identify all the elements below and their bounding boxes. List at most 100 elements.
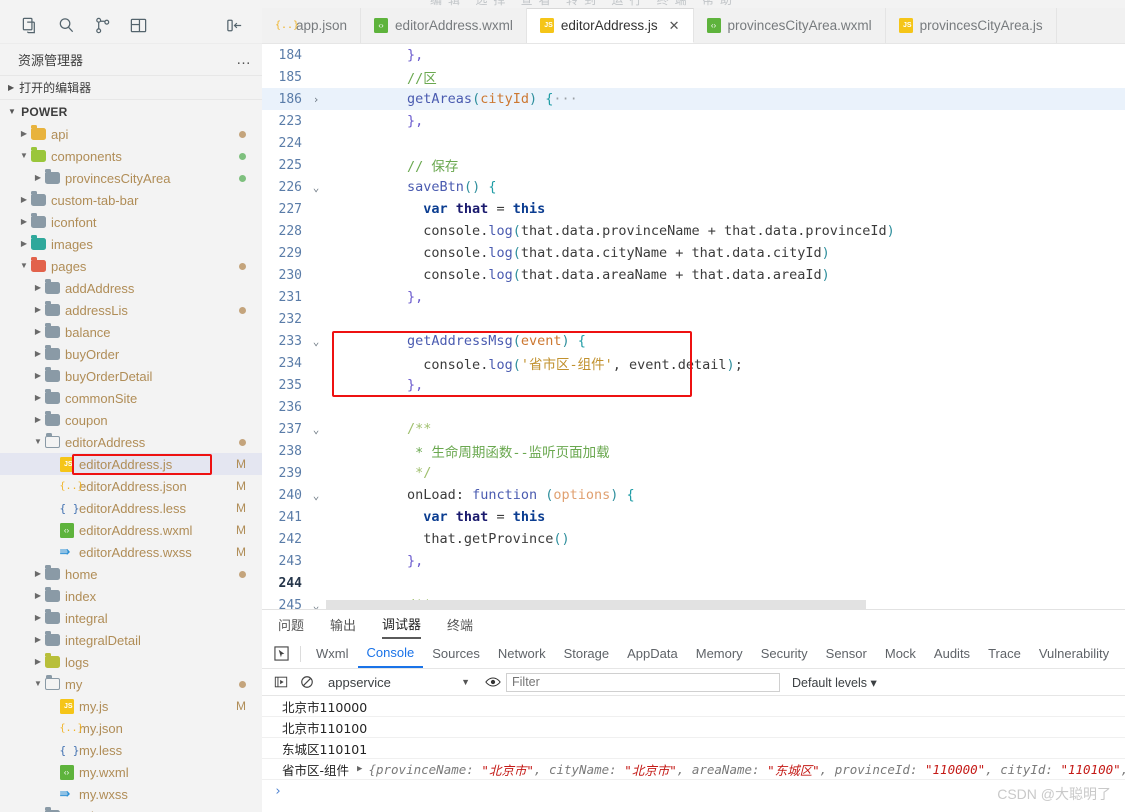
execute-icon[interactable]	[268, 671, 294, 693]
explorer-icon[interactable]	[12, 11, 48, 41]
tree-folder-addressLis[interactable]: ▶ addressLis	[0, 299, 262, 321]
clear-console-icon[interactable]	[294, 671, 320, 693]
open-editors-section[interactable]: ▶ 打开的编辑器	[0, 75, 262, 99]
tree-folder-my[interactable]: ▼ my	[0, 673, 262, 695]
console-prompt[interactable]: ›	[262, 780, 1125, 802]
tree-folder-api[interactable]: ▶ api	[0, 123, 262, 145]
code-line[interactable]: 184 },	[262, 44, 1125, 66]
code-line[interactable]: 240 ⌄ onLoad: function (options) {	[262, 484, 1125, 506]
tree-file-editorAddress-wxss[interactable]: ⇛ editorAddress.wxss M	[0, 541, 262, 563]
source-control-icon[interactable]	[84, 11, 120, 41]
fold-toggle-icon[interactable]: ⌄	[308, 599, 324, 610]
devtools-tab-sources[interactable]: Sources	[423, 639, 489, 668]
tree-file-editorAddress-json[interactable]: {..} editorAddress.json M	[0, 475, 262, 497]
tree-folder-home[interactable]: ▶ home	[0, 563, 262, 585]
tree-file-editorAddress-js[interactable]: JS editorAddress.js M	[0, 453, 262, 475]
code-line[interactable]: 235 },	[262, 374, 1125, 396]
tree-folder-addAddress[interactable]: ▶ addAddress	[0, 277, 262, 299]
devtools-tab-trace[interactable]: Trace	[979, 639, 1030, 668]
tree-folder-images[interactable]: ▶ images	[0, 233, 262, 255]
devtools-tab-wxml[interactable]: Wxml	[307, 639, 358, 668]
fold-toggle-icon[interactable]: ⌄	[308, 489, 324, 502]
tree-file-editorAddress-less[interactable]: { } editorAddress.less M	[0, 497, 262, 519]
tree-file-my-wxss[interactable]: ⇛ my.wxss	[0, 783, 262, 805]
code-line[interactable]: 243 },	[262, 550, 1125, 572]
tree-folder-index[interactable]: ▶ index	[0, 585, 262, 607]
code-line[interactable]: 226 ⌄ saveBtn() {	[262, 176, 1125, 198]
editor-tab-editorAddress-js[interactable]: JS editorAddress.js ✕	[526, 8, 694, 43]
tree-folder-logs[interactable]: ▶ logs	[0, 651, 262, 673]
code-line[interactable]: 229 console.log(that.data.cityName + tha…	[262, 242, 1125, 264]
editor-tab-editorAddress-wxml[interactable]: ‹› editorAddress.wxml	[361, 8, 527, 43]
tree-file-my-js[interactable]: JS my.js M	[0, 695, 262, 717]
tree-folder-balance[interactable]: ▶ balance	[0, 321, 262, 343]
devtools-tab-security[interactable]: Security	[752, 639, 817, 668]
code-line[interactable]: 185 //区	[262, 66, 1125, 88]
code-line[interactable]: 227 var that = this	[262, 198, 1125, 220]
code-line[interactable]: 224	[262, 132, 1125, 154]
panel-tab-调试器[interactable]: 调试器	[382, 610, 422, 639]
tree-folder-integral[interactable]: ▶ integral	[0, 607, 262, 629]
tree-file-my-less[interactable]: { } my.less	[0, 739, 262, 761]
panel-tab-终端[interactable]: 终端	[447, 610, 473, 639]
fold-toggle-icon[interactable]: ⌄	[308, 181, 324, 194]
editor-horizontal-scrollbar[interactable]	[326, 600, 1125, 609]
devtools-tab-sensor[interactable]: Sensor	[817, 639, 876, 668]
code-line[interactable]: 239 */	[262, 462, 1125, 484]
panel-tab-问题[interactable]: 问题	[278, 610, 304, 639]
code-line[interactable]: 236	[262, 396, 1125, 418]
devtools-tab-console[interactable]: Console	[357, 639, 424, 668]
devtools-tab-appdata[interactable]: AppData	[618, 639, 687, 668]
panel-tab-输出[interactable]: 输出	[330, 610, 356, 639]
tree-folder-commonSite[interactable]: ▶ commonSite	[0, 387, 262, 409]
editor-tab-app-json[interactable]: {..} app.json	[262, 8, 362, 43]
devtools-tab-audits[interactable]: Audits	[925, 639, 979, 668]
code-editor[interactable]: 184 }, 185 //区 186 › getAreas(cityId) {··· 2…	[262, 44, 1125, 609]
code-line[interactable]: 230 console.log(that.data.areaName + tha…	[262, 264, 1125, 286]
layout-icon[interactable]	[120, 11, 156, 41]
tree-folder-custom-tab-bar[interactable]: ▶ custom-tab-bar	[0, 189, 262, 211]
eye-icon[interactable]	[480, 671, 506, 693]
editor-tab-provincesCityArea-wxml[interactable]: ‹› provincesCityArea.wxml	[693, 8, 886, 43]
code-line[interactable]: 231 },	[262, 286, 1125, 308]
code-line[interactable]: 225 // 保存	[262, 154, 1125, 176]
fold-toggle-icon[interactable]: ›	[308, 93, 324, 106]
tree-folder-coupon[interactable]: ▶ coupon	[0, 409, 262, 431]
code-line[interactable]: 244	[262, 572, 1125, 594]
code-line[interactable]: 186 › getAreas(cityId) {···	[262, 88, 1125, 110]
tree-folder-components[interactable]: ▼ components	[0, 145, 262, 167]
tree-folder-buyOrderDetail[interactable]: ▶ buyOrderDetail	[0, 365, 262, 387]
tree-folder-editorAddress[interactable]: ▼ editorAddress	[0, 431, 262, 453]
collapse-sidebar-icon[interactable]	[216, 11, 252, 41]
expand-arrow-icon[interactable]: ▶	[357, 764, 362, 774]
tree-folder-iconfont[interactable]: ▶ iconfont	[0, 211, 262, 233]
code-line[interactable]: 228 console.log(that.data.provinceName +…	[262, 220, 1125, 242]
code-line[interactable]: 238 * 生命周期函数--监听页面加载	[262, 440, 1125, 462]
console-filter-input[interactable]	[506, 672, 780, 692]
tree-folder-provincesCityArea[interactable]: ▶ provincesCityArea	[0, 167, 262, 189]
devtools-tab-mock[interactable]: Mock	[876, 639, 925, 668]
tree-folder-nearby[interactable]: ▶ nearby	[0, 805, 262, 812]
project-root-section[interactable]: ▼ POWER	[0, 99, 262, 123]
code-line[interactable]: 233 ⌄ getAddressMsg(event) {	[262, 330, 1125, 352]
fold-toggle-icon[interactable]: ⌄	[308, 423, 324, 436]
devtools-tab-vulnerability[interactable]: Vulnerability	[1030, 639, 1118, 668]
code-line[interactable]: 232	[262, 308, 1125, 330]
code-line[interactable]: 241 var that = this	[262, 506, 1125, 528]
code-line[interactable]: 242 that.getProvince()	[262, 528, 1125, 550]
tree-folder-integralDetail[interactable]: ▶ integralDetail	[0, 629, 262, 651]
editor-tab-provincesCityArea-js[interactable]: JS provincesCityArea.js	[885, 8, 1057, 43]
tree-folder-pages[interactable]: ▼ pages	[0, 255, 262, 277]
explorer-more-icon[interactable]: …	[236, 51, 252, 68]
search-icon[interactable]	[48, 11, 84, 41]
tree-file-my-json[interactable]: {..} my.json	[0, 717, 262, 739]
tree-file-editorAddress-wxml[interactable]: ‹› editorAddress.wxml M	[0, 519, 262, 541]
inspect-element-icon[interactable]	[268, 646, 294, 661]
close-icon[interactable]: ✕	[669, 18, 680, 34]
devtools-tab-storage[interactable]: Storage	[555, 639, 619, 668]
code-line[interactable]: 223 },	[262, 110, 1125, 132]
tree-file-my-wxml[interactable]: ‹› my.wxml	[0, 761, 262, 783]
console-levels-select[interactable]: Default levels ▾	[792, 675, 877, 690]
devtools-tab-network[interactable]: Network	[489, 639, 555, 668]
fold-toggle-icon[interactable]: ⌄	[308, 335, 324, 348]
